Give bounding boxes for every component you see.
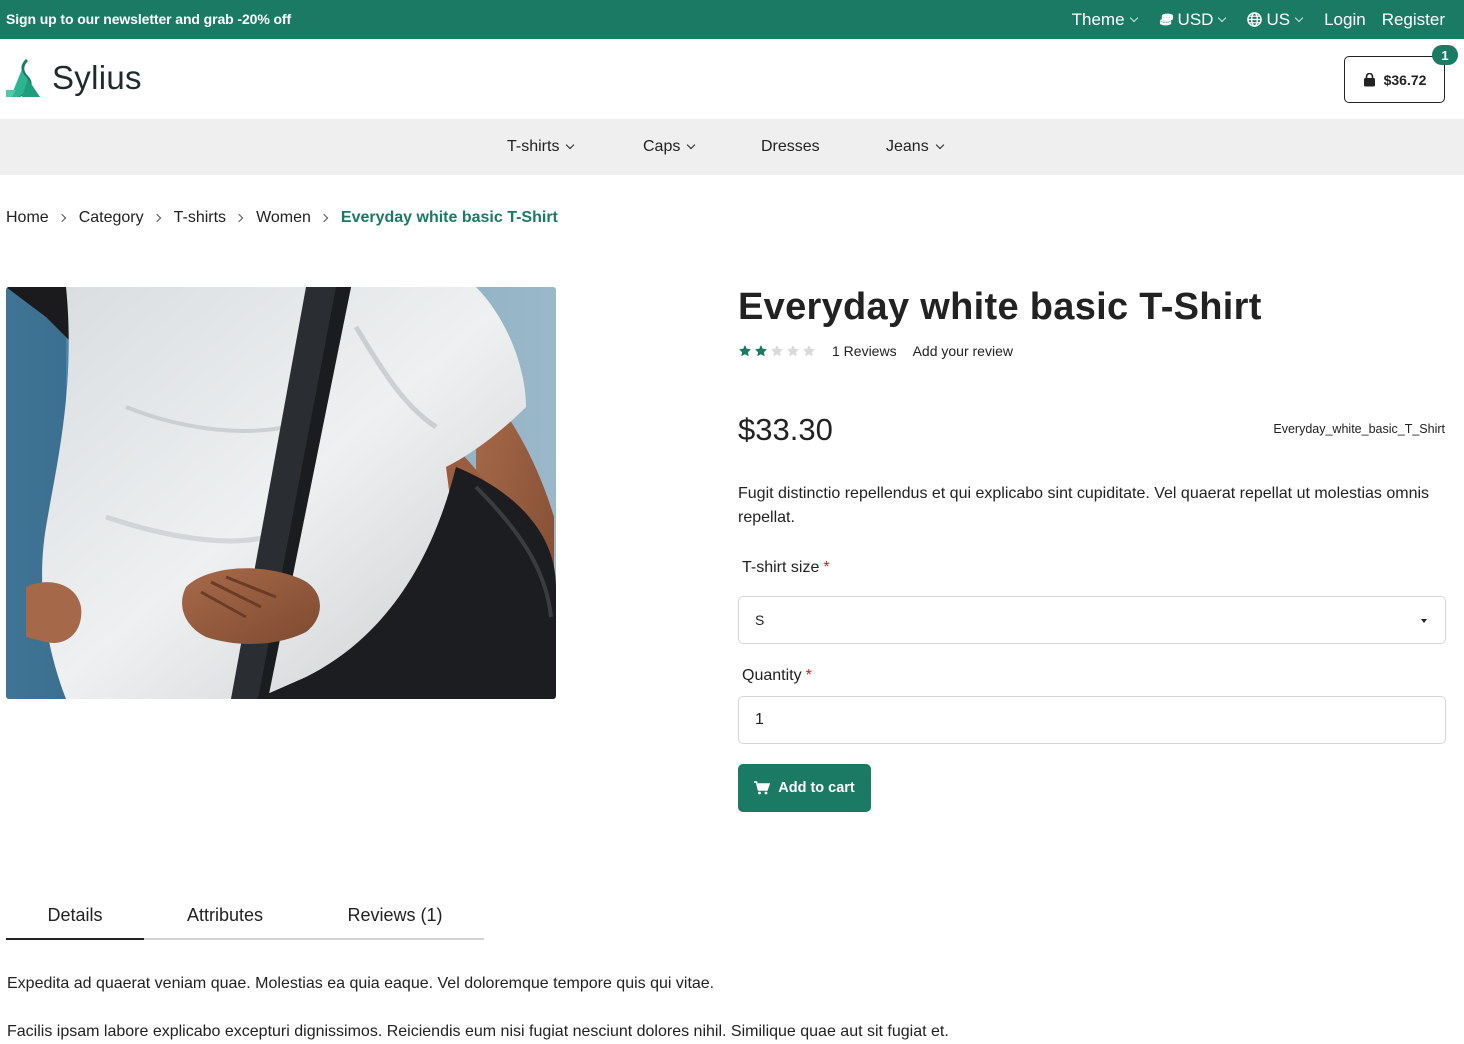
size-select-value: S — [755, 612, 765, 628]
topbar-menu: Theme USD US Login Register — [1072, 0, 1445, 39]
currency-label: USD — [1177, 9, 1214, 29]
quantity-label: Quantity * — [742, 667, 812, 685]
required-mark: * — [823, 559, 830, 576]
details-paragraph: Facilis ipsam labore explicabo excepturi… — [7, 1023, 949, 1040]
chevron-down-icon — [566, 140, 575, 150]
quantity-value: 1 — [755, 711, 764, 728]
star-empty-icon — [771, 345, 783, 357]
product-title: Everyday white basic T-Shirt — [738, 286, 1262, 328]
tab-attributes[interactable]: Attributes — [144, 893, 306, 938]
theme-dropdown[interactable]: Theme — [1071, 9, 1138, 30]
nav-item-label: Jeans — [886, 138, 929, 155]
newsletter-topbar: Sign up to our newsletter and grab -20% … — [0, 0, 1464, 39]
breadcrumb: Home Category T-shirts Women Everyday wh… — [6, 209, 558, 227]
register-link[interactable]: Register — [1382, 10, 1445, 30]
star-empty-icon — [803, 345, 815, 357]
quantity-label-text: Quantity — [742, 667, 802, 684]
tab-reviews[interactable]: Reviews (1) — [306, 893, 484, 938]
nav-item-label: Caps — [643, 138, 681, 155]
star-empty-icon — [787, 345, 799, 357]
caret-down-icon — [1421, 619, 1427, 623]
quantity-input[interactable]: 1 — [738, 696, 1446, 744]
swan-logo-icon — [6, 59, 40, 97]
site-header: Sylius $36.72 1 — [0, 39, 1464, 119]
product-main-image[interactable] — [6, 287, 556, 699]
add-review-link[interactable]: Add your review — [913, 343, 1013, 359]
breadcrumb-home[interactable]: Home — [6, 209, 49, 227]
star-filled-icon — [739, 345, 751, 357]
main-navigation: T-shirts Caps Dresses Jeans — [0, 119, 1464, 175]
required-mark: * — [805, 667, 812, 684]
star-filled-icon — [755, 345, 767, 357]
nav-item-label: Dresses — [761, 138, 820, 155]
tab-details[interactable]: Details — [6, 893, 144, 940]
chevron-right-icon — [319, 213, 329, 223]
chevron-right-icon — [152, 213, 161, 223]
breadcrumb-category[interactable]: Category — [79, 209, 144, 227]
product-description: Fugit distinctio repellendus et qui expl… — [738, 485, 1430, 526]
locale-dropdown[interactable]: US — [1247, 9, 1304, 30]
size-label-text: T-shirt size — [742, 559, 820, 576]
chevron-right-icon — [234, 213, 244, 223]
breadcrumb-tshirts[interactable]: T-shirts — [174, 209, 226, 227]
logo-wordmark: Sylius — [52, 59, 142, 96]
newsletter-promo-link[interactable]: Sign up to our newsletter and grab -20% … — [6, 11, 291, 27]
add-to-cart-label: Add to cart — [778, 780, 855, 796]
details-paragraph: Expedita ad quaerat veniam quae. Molesti… — [7, 975, 715, 992]
cart-count-badge: 1 — [1432, 45, 1458, 65]
breadcrumb-current: Everyday white basic T-Shirt — [340, 209, 558, 226]
chevron-down-icon — [1218, 13, 1227, 23]
product-photo — [6, 287, 556, 699]
cart-button[interactable]: $36.72 — [1344, 56, 1445, 103]
product-tabs: Details Attributes Reviews (1) — [6, 893, 484, 940]
chevron-down-icon — [1129, 13, 1138, 23]
nav-item-dresses[interactable]: Dresses — [761, 119, 820, 175]
shopping-bag-icon — [1363, 72, 1375, 86]
breadcrumb-women[interactable]: Women — [256, 209, 311, 227]
rating-stars — [738, 344, 816, 358]
size-label: T-shirt size * — [742, 559, 830, 577]
nav-item-tshirts[interactable]: T-shirts — [507, 119, 575, 175]
nav-item-jeans[interactable]: Jeans — [886, 119, 944, 175]
currency-dropdown[interactable]: USD — [1159, 9, 1227, 30]
chevron-right-icon — [57, 213, 66, 223]
globe-icon — [1247, 12, 1263, 27]
product-code: Everyday_white_basic_T_Shirt — [1273, 422, 1445, 436]
chevron-down-icon — [1294, 13, 1304, 23]
locale-label: US — [1266, 9, 1291, 29]
nav-item-label: T-shirts — [507, 138, 560, 155]
login-link[interactable]: Login — [1324, 10, 1366, 30]
product-rating: 1 Reviews Add your review — [738, 343, 1013, 359]
chevron-down-icon — [687, 140, 696, 150]
theme-label: Theme — [1071, 9, 1125, 29]
chevron-down-icon — [935, 140, 944, 150]
reviews-count-link[interactable]: 1 Reviews — [832, 343, 897, 359]
add-to-cart-button[interactable]: Add to cart — [738, 764, 871, 812]
cart-total: $36.72 — [1383, 71, 1427, 88]
nav-item-caps[interactable]: Caps — [643, 119, 696, 175]
product-price: $33.30 — [738, 412, 833, 447]
coins-icon — [1159, 13, 1173, 26]
cart-icon — [754, 781, 771, 795]
size-select[interactable]: S — [738, 596, 1446, 644]
sylius-logo[interactable]: Sylius — [6, 57, 142, 99]
